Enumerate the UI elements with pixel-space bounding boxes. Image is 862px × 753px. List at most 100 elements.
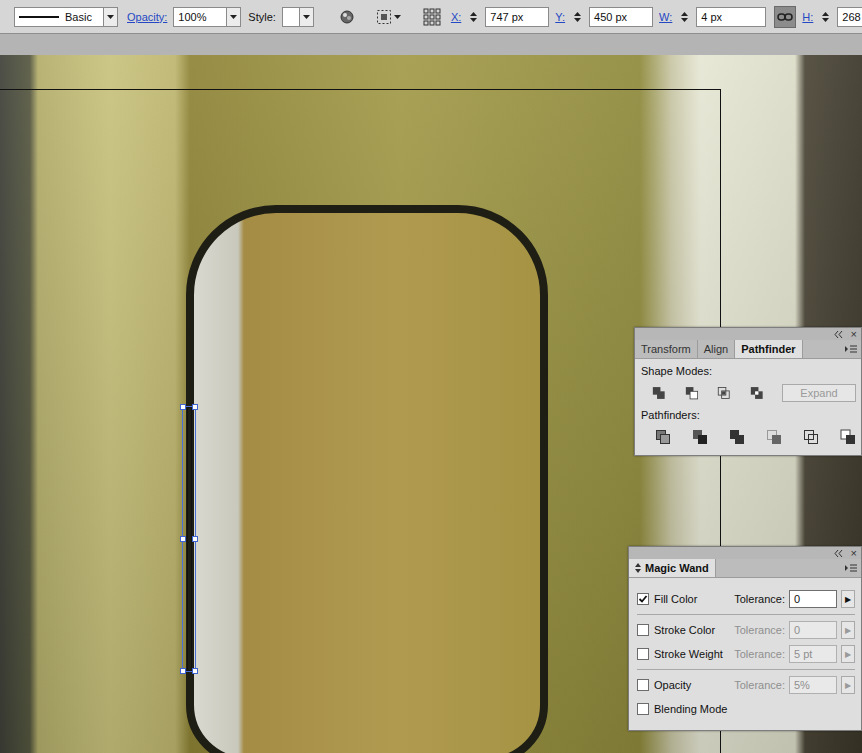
coordinate-label[interactable]: H: xyxy=(802,11,813,23)
panel-tab[interactable]: Pathfinder xyxy=(735,340,802,358)
option-checkbox[interactable]: Fill Color xyxy=(637,593,730,605)
selection-handle[interactable] xyxy=(180,668,186,674)
panel-title-bar[interactable]: × xyxy=(635,328,861,340)
tolerance-label: Tolerance: xyxy=(734,593,785,605)
tolerance-label: Tolerance: xyxy=(734,624,785,636)
align-grid-icon[interactable] xyxy=(423,8,441,26)
option-checkbox[interactable]: Opacity xyxy=(637,679,730,691)
selection-handle[interactable] xyxy=(180,536,186,542)
exclude-icon[interactable] xyxy=(750,385,764,401)
down-arrow-icon[interactable] xyxy=(470,18,477,22)
up-arrow-icon[interactable] xyxy=(470,12,477,16)
selection-handle[interactable] xyxy=(192,404,198,410)
collapse-icon[interactable] xyxy=(834,550,843,557)
minus-front-icon[interactable] xyxy=(685,385,699,401)
coordinate-label[interactable]: X: xyxy=(451,11,461,23)
down-arrow-icon[interactable] xyxy=(574,18,581,22)
down-arrow-icon[interactable] xyxy=(681,18,688,22)
tolerance-stepper[interactable]: ▶ xyxy=(841,645,855,663)
shape-modes-label: Shape Modes: xyxy=(640,365,856,377)
close-button[interactable]: × xyxy=(851,329,857,339)
up-arrow-icon[interactable] xyxy=(822,12,829,16)
option-checkbox[interactable]: Stroke Weight xyxy=(637,648,730,660)
panel-menu-icon[interactable] xyxy=(845,345,857,353)
tolerance-label: Tolerance: xyxy=(734,679,785,691)
check-icon xyxy=(638,594,648,604)
pathfinders-label: Pathfinders: xyxy=(640,409,856,421)
option-row: Opacity Tolerance: 5%▶ xyxy=(637,675,855,695)
coordinate-field[interactable]: 268 px xyxy=(837,7,862,27)
coordinate-label[interactable]: W: xyxy=(659,11,672,23)
unite-icon[interactable] xyxy=(652,385,666,401)
constrain-proportions-button[interactable] xyxy=(774,6,796,28)
chain-link-icon xyxy=(777,12,793,22)
value-spinner[interactable] xyxy=(467,7,479,27)
intersect-icon[interactable] xyxy=(717,385,731,401)
opacity-field[interactable]: 100% xyxy=(173,7,241,27)
value-spinner[interactable] xyxy=(678,7,690,27)
up-arrow-icon[interactable] xyxy=(574,12,581,16)
coordinate-field[interactable]: 4 px xyxy=(696,7,766,27)
photo-detail xyxy=(186,205,548,753)
tolerance-stepper[interactable]: ▶ xyxy=(841,676,855,694)
dropdown-arrow-icon xyxy=(107,15,114,19)
style-label: Style: xyxy=(248,11,276,23)
isolate-object-icon[interactable] xyxy=(376,9,392,25)
collapse-icon[interactable] xyxy=(834,331,843,338)
panel-title-bar[interactable]: × xyxy=(629,547,861,559)
dropdown-arrow-icon xyxy=(230,15,237,19)
tolerance-stepper[interactable]: ▶ xyxy=(841,590,855,608)
panel-tab[interactable]: Align xyxy=(698,340,735,358)
tolerance-field[interactable]: 0 xyxy=(789,621,837,639)
artboard-edge xyxy=(0,89,721,90)
magic-wand-panel: ×Magic WandFill ColorTolerance:0▶Stroke … xyxy=(628,546,862,731)
selection-handle[interactable] xyxy=(192,536,198,542)
control-bar: Basic Opacity: 100% Style: X: 747 px Y: 450 px W… xyxy=(0,0,862,34)
pathfinder-panel: × TransformAlignPathfinder Shape Modes: Exp… xyxy=(634,327,862,456)
panel-menu-icon[interactable] xyxy=(845,564,857,572)
option-checkbox[interactable]: Blending Mode xyxy=(637,703,781,715)
canvas-margin xyxy=(0,34,862,55)
expand-collapse-icon[interactable] xyxy=(635,563,641,573)
trim-icon[interactable] xyxy=(692,429,708,445)
expand-button[interactable]: Expand xyxy=(782,384,856,402)
tolerance-field[interactable]: 5% xyxy=(789,676,837,694)
option-group: Stroke ColorTolerance:0▶Stroke WeightTol… xyxy=(637,614,855,669)
tolerance-field[interactable]: 5 pt xyxy=(789,645,837,663)
coordinate-field[interactable]: 450 px xyxy=(589,7,653,27)
illustrator-window: Basic Opacity: 100% Style: X: 747 px Y: 450 px W… xyxy=(0,0,862,753)
coordinate-field[interactable]: 747 px xyxy=(485,7,549,27)
close-button[interactable]: × xyxy=(851,548,857,558)
stroke-preview-icon xyxy=(19,15,59,19)
merge-icon[interactable] xyxy=(729,429,745,445)
option-row: Blending Mode xyxy=(637,699,855,719)
coordinate-label[interactable]: Y: xyxy=(555,11,565,23)
up-arrow-icon[interactable] xyxy=(681,12,688,16)
option-row: Stroke Color Tolerance: 0▶ xyxy=(637,620,855,640)
option-group: Opacity Tolerance: 5%▶ Blending Mode xyxy=(637,669,855,724)
option-checkbox[interactable]: Stroke Color xyxy=(637,624,730,636)
divide-icon[interactable] xyxy=(655,429,671,445)
dropdown-arrow-icon xyxy=(394,15,401,19)
crop-icon[interactable] xyxy=(766,429,782,445)
selection-handle[interactable] xyxy=(192,668,198,674)
tolerance-stepper[interactable]: ▶ xyxy=(841,621,855,639)
panel-tab[interactable]: Magic Wand xyxy=(629,559,716,577)
panel-tabs: Magic Wand xyxy=(629,559,861,578)
option-row: Stroke WeightTolerance:5 pt▶ xyxy=(637,644,855,664)
outline-icon[interactable] xyxy=(803,429,819,445)
option-row: Fill Color Tolerance: 0▶ xyxy=(637,589,855,609)
value-spinner[interactable] xyxy=(571,7,583,27)
panel-tab[interactable]: Transform xyxy=(635,340,698,358)
value-spinner[interactable] xyxy=(819,7,831,27)
stroke-style-dropdown[interactable]: Basic xyxy=(14,7,118,27)
graphic-style-dropdown[interactable] xyxy=(282,7,314,27)
minus-back-icon[interactable] xyxy=(840,429,856,445)
canvas[interactable]: × TransformAlignPathfinder Shape Modes: Exp… xyxy=(0,34,862,753)
recolor-artwork-icon[interactable] xyxy=(340,10,354,24)
down-arrow-icon[interactable] xyxy=(822,18,829,22)
selected-rectangle[interactable] xyxy=(182,406,196,672)
selection-handle[interactable] xyxy=(180,404,186,410)
opacity-label[interactable]: Opacity: xyxy=(127,11,167,23)
tolerance-field[interactable]: 0 xyxy=(789,590,837,608)
